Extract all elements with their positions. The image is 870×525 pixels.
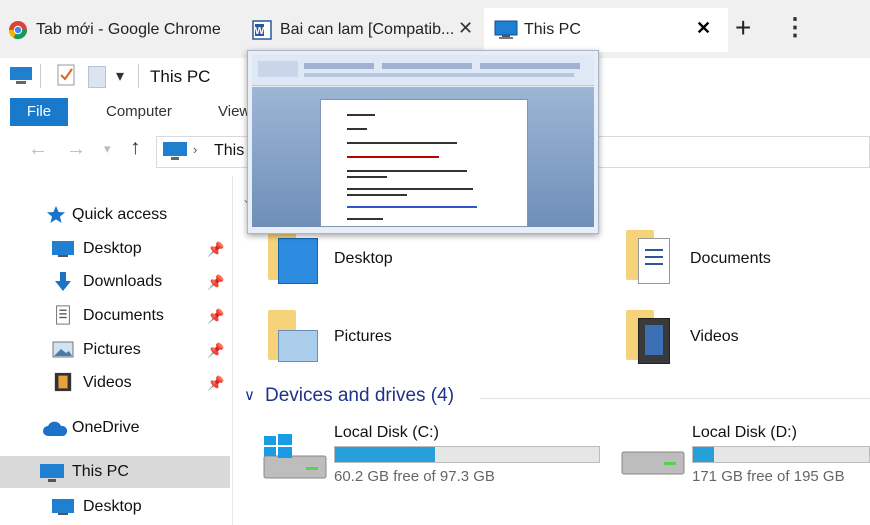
drive-icon — [621, 451, 685, 475]
chevron-right-icon[interactable]: › — [193, 142, 197, 157]
folder-pictures[interactable]: Pictures — [264, 308, 464, 368]
desktop-icon — [52, 499, 74, 515]
computer-icon — [10, 67, 32, 84]
svg-text:W: W — [255, 26, 265, 37]
documents-icon — [56, 305, 70, 325]
folder-icon — [264, 228, 324, 284]
pin-icon[interactable]: 📌 — [207, 342, 224, 359]
drive-usage-bar — [692, 446, 870, 463]
tab-label: This PC — [524, 21, 581, 38]
nav-item-onedrive[interactable]: OneDrive — [0, 412, 230, 444]
tab-chrome-new[interactable]: Tab mới - Google Chrome — [8, 8, 244, 52]
nav-item-desktop[interactable]: Desktop 📌 — [0, 233, 230, 265]
folder-icon — [264, 308, 324, 364]
computer-icon — [40, 464, 64, 482]
computer-icon — [163, 142, 187, 160]
tab-label: Bai can lam [Compatib... — [280, 21, 455, 38]
windows-drive-icon — [263, 434, 327, 479]
onedrive-icon — [43, 421, 68, 436]
computer-icon — [494, 20, 518, 39]
word-icon: W — [252, 20, 272, 40]
pin-icon[interactable]: 📌 — [207, 308, 224, 325]
download-icon — [55, 272, 71, 291]
tab-this-pc[interactable]: This PC ✕ — [484, 8, 728, 52]
divider — [138, 64, 139, 88]
desktop-icon — [52, 241, 74, 257]
drive-c[interactable]: Local Disk (C:) 60.2 GB free of 97.3 GB — [262, 420, 602, 490]
customize-qat-icon[interactable]: ▾ — [116, 66, 124, 86]
close-tab-icon[interactable]: ✕ — [696, 18, 711, 39]
nav-label: OneDrive — [72, 419, 140, 436]
nav-label: Quick access — [72, 206, 168, 223]
nav-item-desktop-sub[interactable]: Desktop — [0, 491, 230, 523]
folder-videos[interactable]: Videos — [622, 308, 822, 368]
drive-label: Local Disk (D:) — [692, 424, 797, 441]
nav-item-this-pc[interactable]: This PC — [0, 456, 230, 488]
star-icon — [47, 206, 65, 223]
drive-free-text: 60.2 GB free of 97.3 GB — [334, 468, 495, 485]
devices-header: Devices and drives (4) — [265, 385, 455, 406]
nav-item-downloads[interactable]: Downloads 📌 — [0, 266, 230, 298]
folder-icon — [622, 228, 682, 284]
drive-d[interactable]: Local Disk (D:) 171 GB free of 195 GB — [620, 420, 870, 490]
nav-item-pictures[interactable]: Pictures 📌 — [0, 334, 230, 366]
nav-item-quick-access[interactable]: Quick access — [0, 199, 230, 231]
recent-locations-icon[interactable]: ▾ — [104, 141, 111, 157]
word-ribbon-preview — [252, 55, 594, 86]
tab-file[interactable]: File — [10, 98, 68, 126]
tab-thumbnail-preview[interactable] — [247, 50, 599, 234]
nav-label: Videos — [83, 374, 132, 391]
properties-icon[interactable] — [57, 64, 77, 86]
folder-documents[interactable]: Documents — [622, 228, 822, 288]
folder-desktop[interactable]: Desktop — [264, 228, 464, 288]
drive-usage-fill — [335, 447, 436, 462]
pin-icon[interactable]: 📌 — [207, 375, 224, 392]
pictures-icon — [52, 341, 74, 358]
chrome-icon — [8, 21, 28, 40]
up-arrow-icon[interactable]: ↑ — [130, 136, 141, 160]
pin-icon[interactable]: 📌 — [207, 274, 224, 291]
forward-arrow-icon[interactable]: → — [66, 138, 86, 161]
nav-item-videos[interactable]: Videos 📌 — [0, 367, 230, 399]
pane-divider — [232, 176, 233, 525]
tab-computer[interactable]: Computer — [92, 98, 186, 126]
nav-label: Desktop — [83, 240, 142, 257]
pin-icon[interactable]: 📌 — [207, 241, 224, 258]
nav-label: Documents — [83, 307, 164, 324]
close-tab-icon[interactable]: ✕ — [458, 18, 473, 39]
browser-menu-icon[interactable]: ⋮ — [783, 14, 807, 42]
videos-icon — [54, 372, 72, 392]
window-title: This PC — [150, 67, 211, 86]
folder-label: Videos — [690, 328, 739, 345]
drive-usage-fill — [693, 447, 715, 462]
divider — [40, 64, 41, 88]
drive-label: Local Disk (C:) — [334, 424, 439, 441]
tab-label: Tab mới - Google Chrome — [36, 21, 221, 38]
drive-free-text: 171 GB free of 195 GB — [692, 468, 845, 485]
drive-usage-bar — [334, 446, 600, 463]
folder-label: Desktop — [334, 250, 393, 267]
new-folder-icon[interactable] — [88, 66, 106, 88]
nav-label: Desktop — [83, 498, 142, 515]
folder-icon — [622, 308, 682, 364]
chevron-down-icon[interactable]: ∨ — [244, 386, 255, 404]
new-tab-button[interactable]: + — [735, 12, 751, 44]
word-page-preview — [320, 99, 528, 227]
navigation-pane: Quick access Desktop 📌 Downloads 📌 Docum… — [0, 176, 234, 525]
nav-label: Pictures — [83, 341, 141, 358]
folder-label: Documents — [690, 250, 771, 267]
tab-word-doc[interactable]: W Bai can lam [Compatib... ✕ — [252, 8, 482, 52]
back-arrow-icon[interactable]: ← — [28, 138, 48, 161]
header-divider — [480, 398, 870, 399]
nav-label: Downloads — [83, 273, 163, 290]
nav-label: This PC — [72, 463, 129, 480]
nav-item-documents[interactable]: Documents 📌 — [0, 300, 230, 332]
folder-label: Pictures — [334, 328, 392, 345]
